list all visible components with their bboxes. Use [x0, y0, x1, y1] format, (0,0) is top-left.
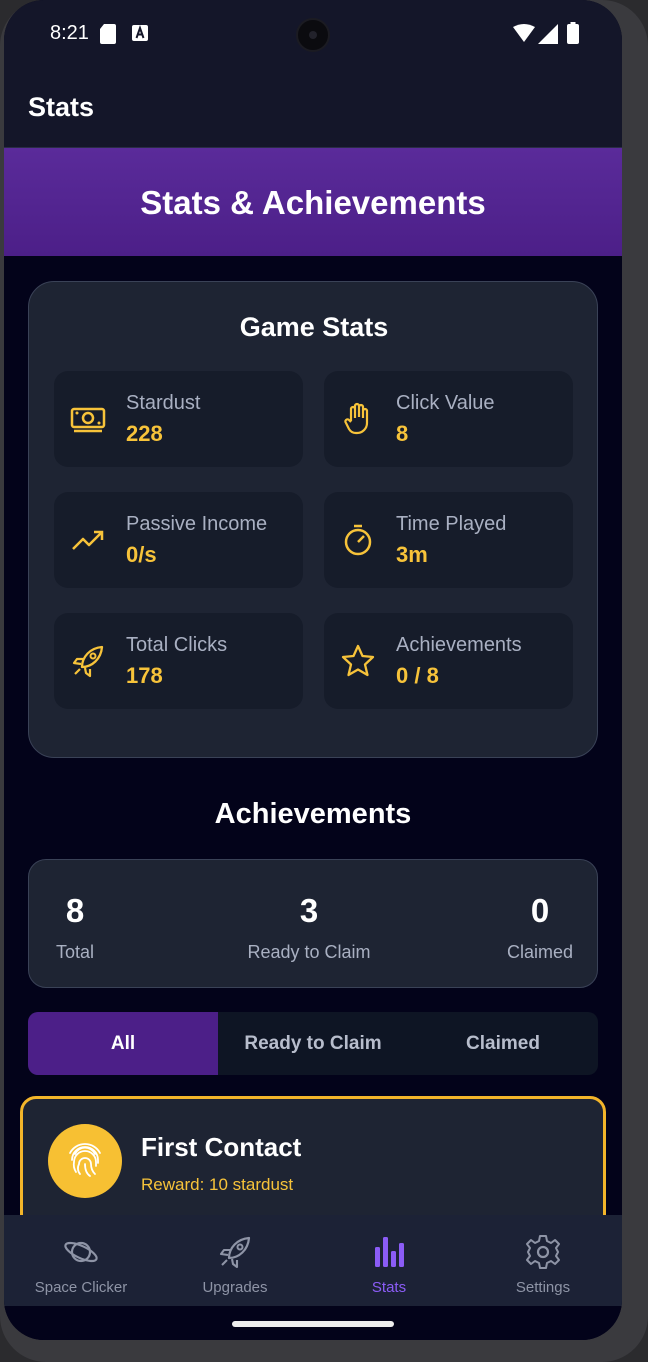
game-stats-card: Game Stats Stardust 228 Click Value 8 Pa…	[28, 281, 598, 758]
nav-label: Upgrades	[202, 1279, 268, 1296]
nav-label: Stats	[371, 1279, 407, 1296]
stat-value: 0 / 8	[396, 663, 439, 688]
stat-value: 178	[126, 663, 163, 688]
signal-icon	[538, 24, 558, 44]
rocket-icon	[219, 1236, 251, 1269]
money-icon	[70, 407, 106, 433]
achievements-title: Achievements	[214, 798, 412, 830]
achievement-name: First Contact	[141, 1132, 302, 1162]
banner-title: Stats & Achievements	[140, 184, 486, 221]
trending-up-icon	[72, 530, 104, 550]
stat-tile-passive-income: Passive Income 0/s	[54, 492, 303, 588]
gear-icon	[526, 1235, 560, 1269]
nav-item-space-clicker[interactable]: Space Clicker	[4, 1215, 158, 1306]
stat-label: Achievements	[396, 634, 522, 656]
bar-chart-icon	[375, 1237, 404, 1267]
rocket-icon	[72, 645, 104, 678]
achievement-badge	[48, 1124, 122, 1198]
stat-value: 0/s	[126, 542, 157, 567]
timer-icon	[344, 524, 372, 556]
game-stats-title: Game Stats	[239, 312, 389, 342]
achievement-reward: Reward: 10 stardust	[141, 1175, 294, 1194]
nav-label: Settings	[515, 1279, 571, 1296]
claimed-label: Claimed	[506, 942, 574, 962]
battery-icon	[567, 22, 579, 44]
sd-card-icon	[100, 24, 116, 44]
stat-tile-stardust: Stardust 228	[54, 371, 303, 467]
nav-item-upgrades[interactable]: Upgrades	[158, 1215, 312, 1306]
stat-label: Total Clicks	[126, 634, 228, 656]
planet-icon	[64, 1241, 98, 1263]
header-banner: Stats & Achievements	[4, 148, 622, 256]
ready-count: 3	[299, 892, 319, 929]
stat-label: Click Value	[396, 392, 495, 414]
stat-value: 228	[126, 421, 163, 446]
screen: 8:21 Stats Stats & Achievements Game Sta…	[4, 0, 622, 1340]
front-camera	[296, 18, 330, 52]
achievement-filter-tabs: All Ready to Claim Claimed	[28, 1012, 598, 1075]
stat-tile-click-value: Click Value 8	[324, 371, 573, 467]
nav-item-stats[interactable]: Stats	[312, 1215, 466, 1306]
stat-tile-achievements: Achievements 0 / 8	[324, 613, 573, 709]
app-bar-title: Stats	[28, 92, 95, 122]
tab-ready-to-claim[interactable]: Ready to Claim	[218, 1012, 408, 1075]
home-gesture-handle[interactable]	[232, 1321, 394, 1327]
nav-label: Space Clicker	[34, 1279, 128, 1296]
app-bar: Stats	[4, 70, 622, 148]
status-bar: 8:21	[4, 0, 622, 70]
stat-tile-total-clicks: Total Clicks 178	[54, 613, 303, 709]
achievements-summary: 8 Total 3 Ready to Claim 0 Claimed	[28, 859, 598, 988]
claimed-count: 0	[530, 892, 550, 929]
total-label: Total	[55, 942, 95, 962]
device-frame: 8:21 Stats Stats & Achievements Game Sta…	[0, 0, 648, 1362]
tab-claimed[interactable]: Claimed	[408, 1012, 598, 1075]
nav-item-settings[interactable]: Settings	[466, 1215, 620, 1306]
stat-label: Passive Income	[126, 513, 268, 535]
gesture-bar	[4, 1306, 622, 1340]
bottom-navigation: Space Clicker Upgrades Stats Settings	[4, 1215, 622, 1306]
fingerprint-icon	[69, 1143, 101, 1177]
wifi-icon	[513, 24, 535, 42]
stat-label: Stardust	[126, 392, 201, 414]
status-time: 8:21	[50, 22, 89, 44]
stat-value: 3m	[396, 542, 428, 567]
stat-label: Time Played	[396, 513, 507, 535]
tab-all[interactable]: All	[28, 1012, 218, 1075]
ready-label: Ready to Claim	[247, 942, 371, 962]
hand-icon	[344, 402, 369, 435]
keyboard-a-icon	[132, 24, 148, 41]
stat-value: 8	[396, 421, 409, 446]
total-count: 8	[65, 892, 85, 929]
stat-tile-time-played: Time Played 3m	[324, 492, 573, 588]
star-icon	[341, 644, 375, 677]
